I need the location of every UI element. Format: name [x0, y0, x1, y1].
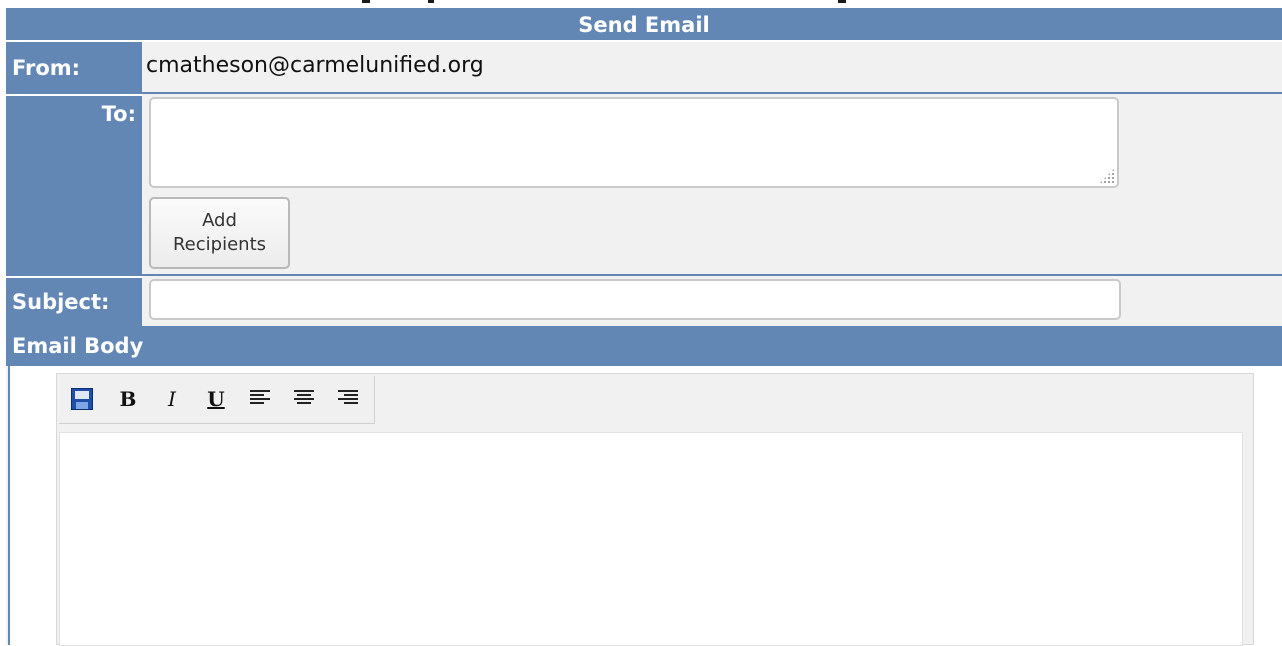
save-glyph	[71, 388, 93, 410]
editor-toolbar: B I U	[59, 376, 375, 424]
from-value: cmatheson@carmelunified.org	[146, 53, 484, 78]
email-body-header: Email Body	[6, 326, 1282, 366]
row-divider	[142, 274, 1282, 276]
send-email-dialog: Send Email From: cmatheson@carmelunified…	[6, 8, 1282, 646]
underline-icon[interactable]: U	[203, 386, 229, 412]
bold-icon[interactable]: B	[115, 386, 141, 412]
from-label: From:	[6, 42, 142, 94]
email-body-input[interactable]	[59, 432, 1243, 646]
row-divider	[142, 92, 1282, 94]
save-icon[interactable]	[69, 386, 95, 412]
subject-field[interactable]	[149, 279, 1121, 320]
editor-container: B I U	[8, 366, 1282, 646]
to-field[interactable]	[149, 97, 1119, 188]
rich-text-editor: B I U	[56, 373, 1254, 646]
align-right-icon[interactable]	[335, 386, 361, 412]
italic-icon[interactable]: I	[159, 386, 185, 412]
align-left-icon[interactable]	[247, 386, 273, 412]
align-center-icon[interactable]	[291, 386, 317, 412]
clipped-glyph	[362, 0, 370, 3]
add-recipients-label: Add Recipients	[172, 210, 266, 255]
clipped-glyph	[838, 0, 846, 3]
email-body-label: Email Body	[12, 334, 144, 358]
dialog-header: Send Email	[6, 8, 1282, 42]
dialog-title: Send Email	[578, 13, 710, 37]
resize-grip-icon[interactable]	[1099, 168, 1115, 184]
window-top-strip	[0, 0, 1282, 8]
to-label: To:	[6, 94, 142, 276]
clipped-glyph	[428, 0, 434, 3]
subject-label: Subject:	[6, 276, 142, 326]
add-recipients-button[interactable]: Add Recipients	[149, 197, 290, 269]
